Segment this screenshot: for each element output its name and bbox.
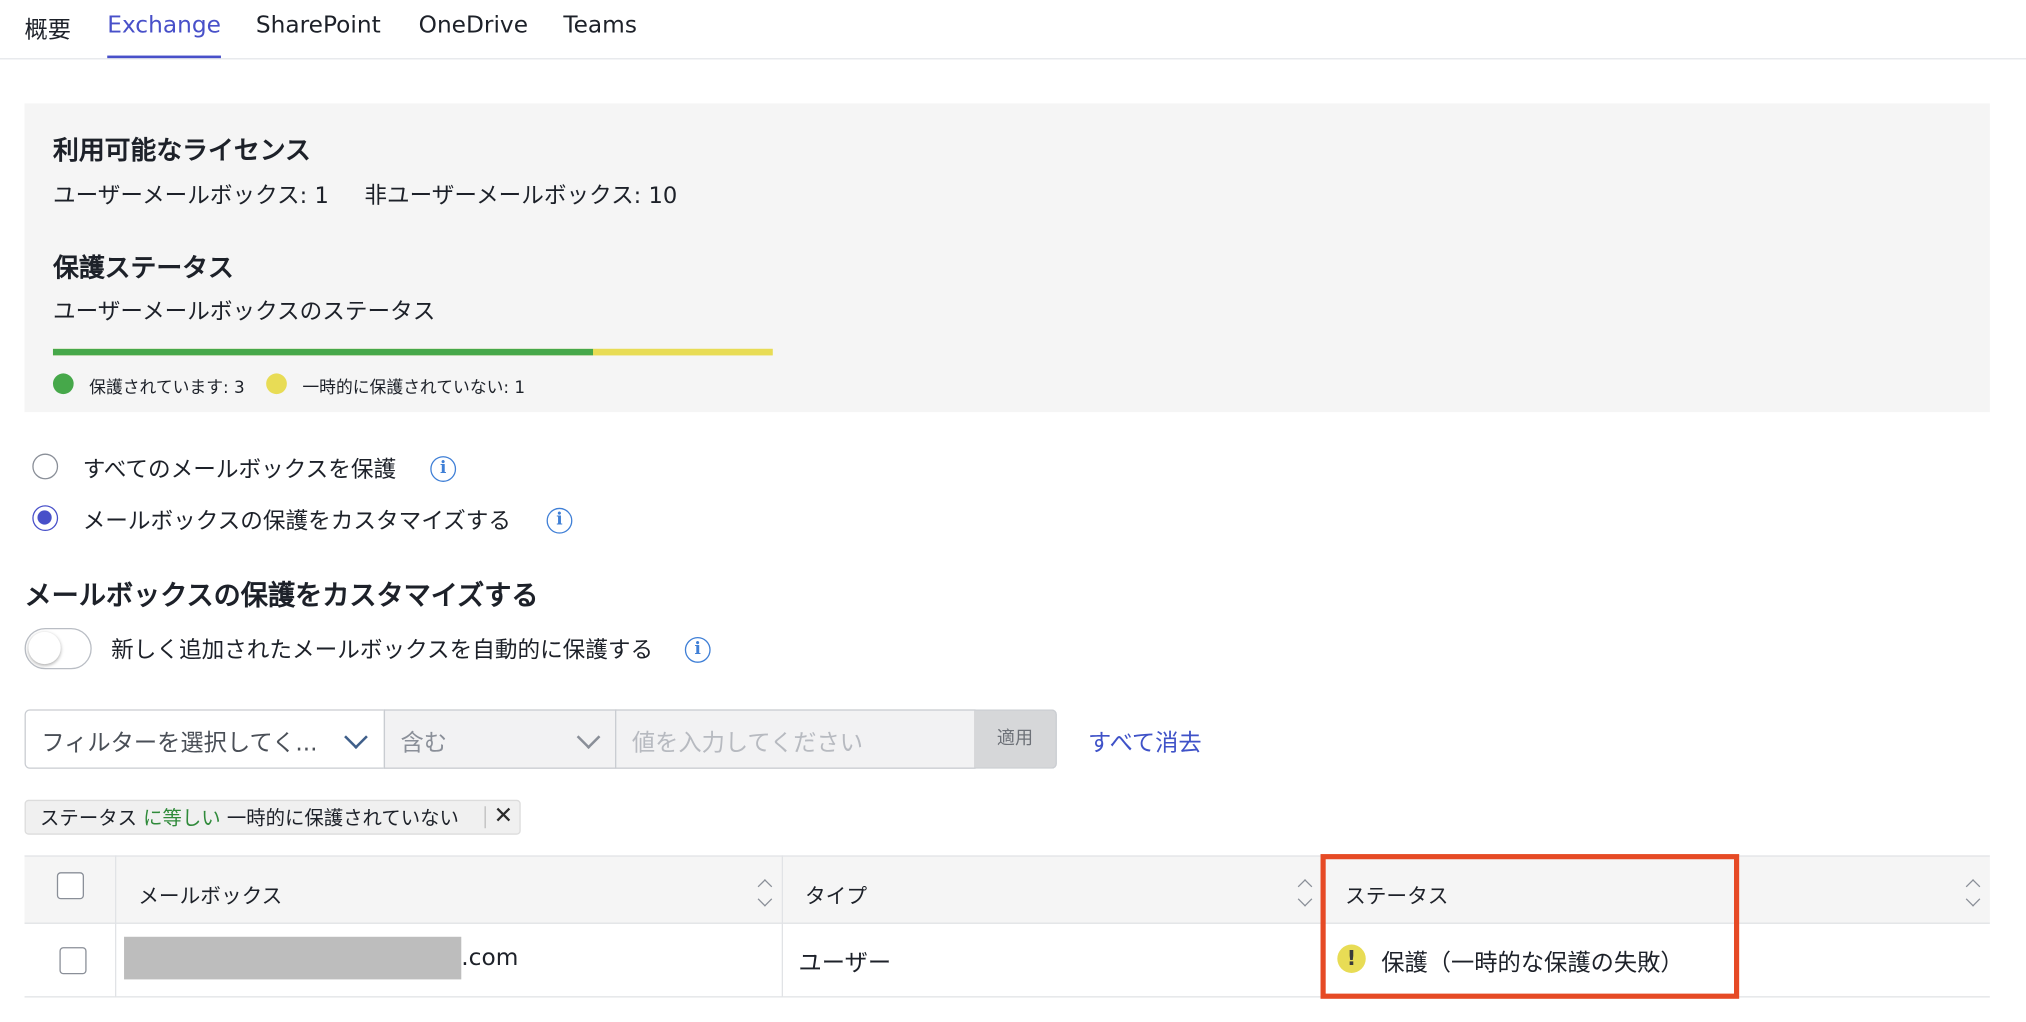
sort-icon[interactable]	[757, 877, 773, 911]
redacted-mailbox-name	[124, 936, 462, 980]
summary-panel: 利用可能なライセンス ユーザーメールボックス: 1 非ユーザーメールボックス: …	[24, 103, 1990, 413]
protected-segment	[52, 348, 593, 356]
filter-value-input[interactable]: 値を入力してください	[615, 709, 976, 769]
toggle-knob	[28, 631, 61, 665]
auto-protect-toggle[interactable]	[24, 627, 92, 670]
clear-all-link[interactable]: すべて消去	[1088, 725, 1202, 759]
radio-customize-label[interactable]: メールボックスの保護をカスタマイズする	[83, 504, 511, 536]
row-checkbox[interactable]	[59, 947, 87, 975]
status-column-highlight	[1320, 854, 1740, 999]
info-icon[interactable]: i	[546, 507, 573, 534]
chevron-down-icon	[576, 725, 601, 750]
chip-field: ステータス	[40, 806, 137, 830]
select-all-checkbox[interactable]	[56, 872, 84, 900]
tab-overview[interactable]: 概要	[25, 12, 72, 59]
filter-field-select[interactable]: フィルターを選択してく...	[24, 709, 386, 769]
radio-protect-all-label[interactable]: すべてのメールボックスを保護	[83, 452, 396, 484]
user-mailbox-license-count: ユーザーメールボックス: 1	[52, 183, 329, 210]
sort-icon[interactable]	[1297, 877, 1313, 911]
filter-operator-value: 含む	[400, 730, 448, 758]
non-user-mailbox-license-count: 非ユーザーメールボックス: 10	[364, 183, 678, 210]
tab-bar: 概要 Exchange SharePoint OneDrive Teams	[0, 0, 2026, 60]
chip-text: ステータス に等しい 一時的に保護されていない	[40, 804, 459, 831]
column-divider	[781, 855, 784, 998]
filter-operator-select[interactable]: 含む	[383, 709, 617, 769]
info-icon[interactable]: i	[684, 637, 711, 663]
unprotected-segment	[592, 348, 773, 356]
apply-button[interactable]: 適用	[974, 709, 1057, 769]
info-icon[interactable]: i	[430, 456, 457, 482]
tab-onedrive[interactable]: OneDrive	[419, 12, 528, 59]
legend-protected-label: 保護されています: 3	[89, 378, 245, 398]
chip-divider	[484, 806, 486, 829]
auto-protect-label: 新しく追加されたメールボックスを自動的に保護する	[111, 638, 654, 665]
filter-value-placeholder: 値を入力してください	[631, 730, 864, 758]
filter-field-placeholder: フィルターを選択してく...	[41, 730, 318, 758]
exchange-settings-page: 概要 Exchange SharePoint OneDrive Teams 利用…	[0, 0, 2026, 1022]
close-icon[interactable]: ✕	[494, 802, 514, 829]
chip-operator: に等しい	[143, 806, 221, 830]
active-filter-chip: ステータス に等しい 一時的に保護されていない ✕	[24, 799, 521, 835]
customize-section-title: メールボックスの保護をカスタマイズする	[24, 580, 539, 612]
legend-unprotected-dot	[266, 373, 287, 395]
tab-exchange[interactable]: Exchange	[107, 12, 221, 59]
radio-customize[interactable]	[32, 505, 59, 532]
protection-progress-bar	[52, 348, 773, 356]
user-mailbox-status-label: ユーザーメールボックスのステータス	[52, 299, 436, 326]
chip-value: 一時的に保護されていない	[226, 806, 459, 830]
mailbox-type: ユーザー	[798, 949, 892, 977]
tab-teams[interactable]: Teams	[563, 12, 637, 59]
radio-protect-all[interactable]	[32, 453, 59, 480]
chevron-down-icon	[344, 725, 368, 750]
column-divider	[114, 855, 117, 998]
legend-unprotected-label: 一時的に保護されていない: 1	[302, 378, 526, 398]
legend-protected-dot	[52, 373, 74, 395]
tab-sharepoint[interactable]: SharePoint	[256, 12, 381, 59]
mailbox-domain-suffix: .com	[461, 944, 519, 972]
column-header-type[interactable]: タイプ	[805, 879, 867, 910]
protection-status-heading: 保護ステータス	[52, 251, 234, 283]
column-header-mailbox[interactable]: メールボックス	[138, 879, 282, 910]
licenses-heading: 利用可能なライセンス	[52, 134, 311, 166]
sort-icon[interactable]	[1965, 877, 1981, 911]
